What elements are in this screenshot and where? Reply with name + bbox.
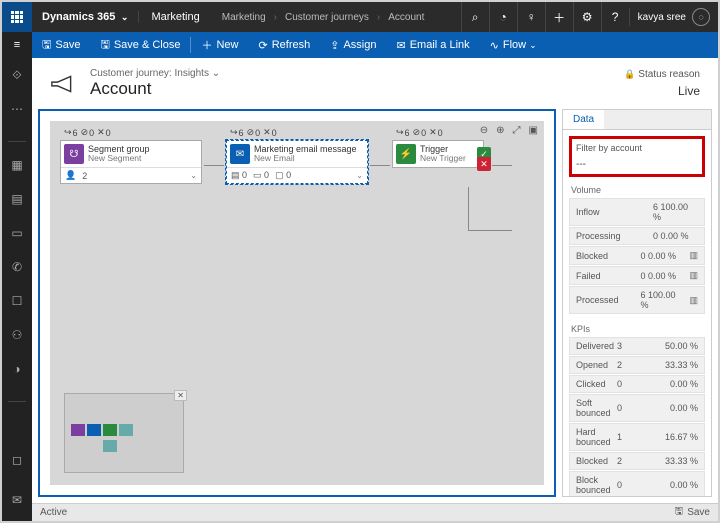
nav-more-icon[interactable]: ⋯ xyxy=(2,98,32,120)
lock-icon: 🔒 xyxy=(624,69,635,79)
nav-item-2[interactable]: ▤ xyxy=(2,188,32,210)
new-button[interactable]: ＋New xyxy=(191,32,248,58)
person-icon: 👤 xyxy=(65,170,76,181)
chevron-down-icon[interactable]: ⌄ xyxy=(212,68,220,79)
flow-icon: ∿ xyxy=(490,39,499,52)
chevron-down-icon[interactable]: ⌄ xyxy=(190,171,197,180)
kpi-row: Delivered350.00 % xyxy=(569,337,705,355)
side-panel: Data Filter by account --- Volume Inflow… xyxy=(562,109,712,497)
crumb-3[interactable]: Account xyxy=(388,12,424,23)
save-button[interactable]: 🖫Save xyxy=(32,32,90,58)
top-bar: Dynamics 365 ⌄ Marketing Marketing › Cus… xyxy=(2,2,718,32)
tile-trigger[interactable]: ⚡ TriggerNew Trigger ✓ ✕ xyxy=(392,140,484,168)
avatar: ◌ xyxy=(692,8,710,26)
tile-segment-group[interactable]: ☋ Segment groupNew Segment 👤2⌄ xyxy=(60,140,202,184)
kpi-row: Clicked00.00 % xyxy=(569,375,705,393)
nav-item-6[interactable]: ⚇ xyxy=(2,324,32,346)
kpi-row: Block bounced00.00 % xyxy=(569,471,705,496)
chart-icon[interactable]: ▥ xyxy=(689,250,698,261)
status-bar: Active 🖫Save xyxy=(32,503,718,521)
designer-canvas[interactable]: ⊖ ⊕ ⤢ ▣ ↪ 6 ⊘0 ✕0 xyxy=(50,121,544,485)
assign-button[interactable]: ⇪Assign xyxy=(320,32,386,58)
user-menu[interactable]: kavya sree ◌ xyxy=(629,8,718,26)
tab-data[interactable]: Data xyxy=(563,110,604,129)
nav-toggle[interactable]: ≡ xyxy=(2,32,32,58)
app-launcher[interactable] xyxy=(2,2,32,32)
zoom-in-icon[interactable]: ⊕ xyxy=(496,125,504,136)
assistant-icon[interactable]: ♀ xyxy=(517,2,545,32)
chevron-down-icon[interactable]: ⌄ xyxy=(356,171,363,180)
chevron-down-icon: ⌄ xyxy=(529,40,537,51)
kpi-row: Soft bounced00.00 % xyxy=(569,394,705,422)
record-header: Customer journey: Insights ⌄ Account 🔒 S… xyxy=(32,58,718,103)
help-icon[interactable]: ? xyxy=(601,2,629,32)
refresh-button[interactable]: ⟳Refresh xyxy=(249,32,321,58)
designer-canvas-frame: ⊖ ⊕ ⤢ ▣ ↪ 6 ⊘0 ✕0 xyxy=(38,109,556,497)
tile-stats: ↪ 6 ⊘0 ✕0 xyxy=(60,127,202,138)
volume-row: Processing0 0.00 % xyxy=(569,227,705,245)
volume-heading: Volume xyxy=(565,183,709,197)
nav-item-1[interactable]: ▦ xyxy=(2,154,32,176)
crumb-1[interactable]: Marketing xyxy=(222,12,266,23)
module-name[interactable]: Marketing xyxy=(138,11,211,23)
add-icon[interactable]: ＋ xyxy=(545,2,573,32)
save-close-icon: 🖫 xyxy=(100,36,109,55)
trigger-icon: ⚡ xyxy=(396,144,416,164)
nav-item-7[interactable]: ◑ xyxy=(2,358,32,380)
volume-row: Failed0 0.00 %▥ xyxy=(569,266,705,285)
plus-icon: ＋ xyxy=(201,37,212,53)
crumb-2[interactable]: Customer journeys xyxy=(285,12,369,23)
fit-icon[interactable]: ⤢ xyxy=(513,125,521,136)
settings-icon[interactable]: ⚙ xyxy=(573,2,601,32)
email-link-button[interactable]: ✉Email a Link xyxy=(387,32,480,58)
chart-icon[interactable]: ▥ xyxy=(689,295,698,306)
command-bar: ≡ 🖫Save 🖫Save & Close ＋New ⟳Refresh ⇪Ass… xyxy=(2,32,718,58)
segment-icon: ☋ xyxy=(64,144,84,164)
status-value: Live xyxy=(624,84,700,98)
save-icon: 🖫 xyxy=(42,36,51,55)
snapshot-icon[interactable]: ▣ xyxy=(529,125,538,136)
minimap[interactable]: ✕ xyxy=(64,393,184,473)
volume-row: Inflow6 100.00 % xyxy=(569,198,705,226)
chevron-down-icon: ⌄ xyxy=(118,12,128,22)
kpi-heading: KPIs xyxy=(565,322,709,336)
record-state: Active xyxy=(40,507,67,518)
tile-stats: ↪ 6 ⊘0 ✕0 xyxy=(392,127,484,138)
breadcrumb: Marketing › Customer journeys › Account xyxy=(212,12,429,23)
brand[interactable]: Dynamics 365 ⌄ xyxy=(32,11,138,23)
nav-item-8[interactable]: ◻ xyxy=(2,449,32,471)
kpi-row: Opened233.33 % xyxy=(569,356,705,374)
search-icon[interactable]: ⌕ xyxy=(461,2,489,32)
left-nav: ⟐ ⋯ ▦ ▤ ▭ ✆ ☐ ⚇ ◑ ◻ ✉ xyxy=(2,58,32,521)
tile-marketing-email[interactable]: ✉ Marketing email messageNew Email ▤ 0 ▭… xyxy=(226,140,368,184)
nav-item-5[interactable]: ☐ xyxy=(2,290,32,312)
nav-pin-icon[interactable]: ⟐ xyxy=(2,64,32,86)
mail-icon: ✉ xyxy=(397,39,406,52)
nav-item-9[interactable]: ✉ xyxy=(2,489,32,511)
refresh-icon: ⟳ xyxy=(259,39,268,52)
volume-row: Processed6 100.00 %▥ xyxy=(569,286,705,314)
no-branch-icon[interactable]: ✕ xyxy=(477,157,491,171)
chart-icon[interactable]: ▥ xyxy=(689,270,698,281)
tile-stats: ↪ 6 ⊘0 ✕0 xyxy=(226,127,368,138)
kpi-row: Blocked233.33 % xyxy=(569,452,705,470)
megaphone-icon xyxy=(50,72,80,96)
save-close-button[interactable]: 🖫Save & Close xyxy=(90,32,190,58)
nav-item-4[interactable]: ✆ xyxy=(2,256,32,278)
task-icon[interactable]: ◔ xyxy=(489,2,517,32)
flow-button[interactable]: ∿Flow ⌄ xyxy=(480,32,547,58)
assign-icon: ⇪ xyxy=(330,39,339,52)
nav-item-3[interactable]: ▭ xyxy=(2,222,32,244)
kpi-row: Hard bounced116.67 % xyxy=(569,423,705,451)
page-title: Account xyxy=(90,79,220,99)
save-icon[interactable]: 🖫 xyxy=(675,504,684,521)
minimap-close-icon[interactable]: ✕ xyxy=(174,390,187,401)
mail-icon: ✉ xyxy=(230,144,250,164)
volume-row: Blocked0 0.00 %▥ xyxy=(569,246,705,265)
tab-other[interactable] xyxy=(604,110,711,129)
filter-by-account[interactable]: Filter by account --- xyxy=(569,136,705,177)
